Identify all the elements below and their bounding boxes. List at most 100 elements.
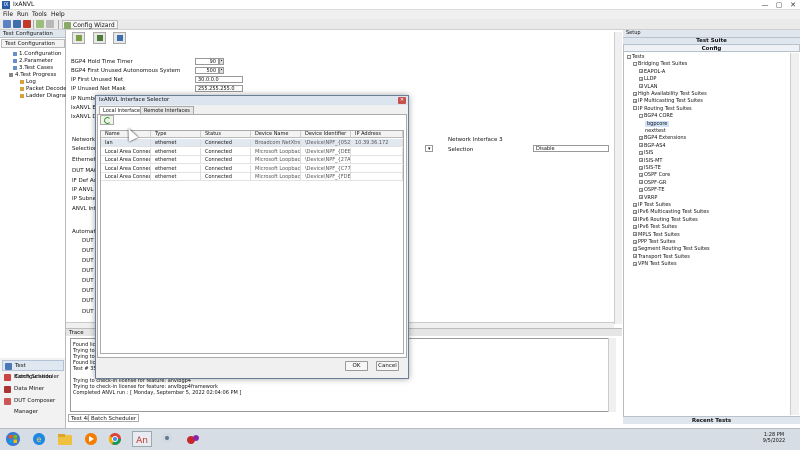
- expand-icon[interactable]: +: [633, 91, 637, 96]
- hold-timer-input[interactable]: 90: [195, 58, 219, 65]
- asn-input[interactable]: 500: [195, 67, 219, 74]
- suite-tree-item[interactable]: +PPP Test Suites: [633, 239, 675, 245]
- stop-icon[interactable]: [46, 20, 54, 28]
- new-icon[interactable]: [3, 20, 11, 28]
- import-button[interactable]: [72, 32, 85, 44]
- suite-tree-item[interactable]: +EAPOL-A: [639, 69, 665, 75]
- suite-tree-item[interactable]: - Bridging Test Suites: [633, 61, 687, 67]
- tree-configuration[interactable]: 1.Configuration: [13, 51, 62, 57]
- suite-tree-item[interactable]: +Transport Test Suites: [633, 254, 690, 260]
- suite-tree-item[interactable]: bgpcore: [645, 120, 670, 127]
- col-type[interactable]: Type: [151, 131, 201, 138]
- expand-icon[interactable]: +: [639, 135, 643, 140]
- system-clock[interactable]: 1:28 PM 9/5/2022: [756, 432, 792, 444]
- collapse-icon[interactable]: -: [633, 61, 637, 66]
- config-header[interactable]: Config: [623, 44, 800, 52]
- expand-icon[interactable]: +: [633, 98, 637, 103]
- asn-spinner[interactable]: ▴: [219, 67, 224, 74]
- cancel-button[interactable]: Cancel: [376, 361, 399, 371]
- start-button[interactable]: [4, 431, 22, 447]
- run-icon[interactable]: [36, 20, 44, 28]
- suite-tree-item[interactable]: +BGP-AS4: [639, 143, 666, 149]
- expand-icon[interactable]: +: [633, 246, 637, 251]
- suite-tree-item[interactable]: +BGP4 Extensions: [639, 135, 686, 141]
- expand-icon[interactable]: +: [639, 165, 643, 170]
- col-device-name[interactable]: Device Name: [251, 131, 301, 138]
- ip-unused-net-input[interactable]: 30.0.0.0: [195, 76, 243, 83]
- tab-remote-interfaces[interactable]: Remote Interfaces: [140, 106, 194, 114]
- nav-batch-scheduler[interactable]: Batch Scheduler: [2, 372, 64, 383]
- suite-tree-item[interactable]: +ISIS: [639, 150, 653, 156]
- collapse-icon[interactable]: -: [627, 54, 631, 59]
- chrome-icon[interactable]: [106, 431, 124, 447]
- nav-test-configuration[interactable]: Test Configuration: [2, 360, 64, 380]
- suite-tree-item[interactable]: +IPv6 Test Suites: [633, 224, 677, 230]
- tree-test-progress[interactable]: 4.Test Progress: [9, 72, 56, 78]
- expand-icon[interactable]: +: [639, 195, 643, 200]
- expand-icon[interactable]: +: [633, 202, 637, 207]
- tree-ladder-diagram[interactable]: Ladder Diagram: [20, 93, 70, 99]
- suite-tree-item[interactable]: +OSPF Core: [639, 172, 670, 178]
- expand-icon[interactable]: +: [639, 187, 643, 192]
- hold-timer-spinner[interactable]: ▴: [219, 58, 224, 65]
- expand-icon[interactable]: +: [633, 224, 637, 229]
- suite-tree-item[interactable]: +ISIS-MT: [639, 158, 662, 164]
- network-tool-icon[interactable]: [158, 431, 176, 447]
- expand-icon[interactable]: +: [633, 232, 637, 237]
- trace-scrollbar[interactable]: [608, 338, 616, 412]
- expand-icon[interactable]: +: [639, 76, 643, 81]
- close-button[interactable]: ✕: [786, 0, 800, 10]
- ixanvl-taskbar-icon[interactable]: An: [132, 431, 152, 447]
- suite-tree-item[interactable]: +OSPF-GR: [639, 180, 666, 186]
- suite-tree-item[interactable]: +High Availability Test Suites: [633, 91, 707, 97]
- suite-tree-item[interactable]: +IP Multicasting Test Suites: [633, 98, 703, 104]
- app-red-icon[interactable]: [184, 431, 202, 447]
- expand-icon[interactable]: +: [639, 150, 643, 155]
- explorer-icon[interactable]: [56, 431, 74, 447]
- tree-parameter[interactable]: 2.Parameter: [13, 58, 53, 64]
- tree-packet-decode[interactable]: Packet Decode: [20, 86, 67, 92]
- expand-icon[interactable]: +: [639, 84, 643, 89]
- suite-tree-item[interactable]: +VLAN: [639, 84, 657, 90]
- col-ip-address[interactable]: IP Address: [351, 131, 403, 138]
- menu-file[interactable]: File: [3, 11, 13, 18]
- selection-dropdown-arrow[interactable]: ▾: [425, 145, 433, 152]
- suite-tree-item[interactable]: - BGP4 CORE: [639, 113, 673, 119]
- collapse-icon[interactable]: -: [639, 113, 643, 118]
- suite-tree-item[interactable]: +ISIS-TE: [639, 165, 661, 171]
- media-player-icon[interactable]: [82, 431, 100, 447]
- expand-icon[interactable]: +: [639, 158, 643, 163]
- expand-icon[interactable]: +: [639, 69, 643, 74]
- delete-icon[interactable]: [23, 20, 31, 28]
- suite-tree-item[interactable]: +LLDP: [639, 76, 656, 82]
- save-icon[interactable]: [13, 20, 21, 28]
- menu-tools[interactable]: Tools: [32, 11, 47, 18]
- nav-data-miner[interactable]: Data Miner: [2, 384, 64, 395]
- ok-button[interactable]: OK: [345, 361, 368, 371]
- suite-tree-item[interactable]: +MPLS Test Suites: [633, 232, 680, 238]
- suite-tree-item[interactable]: nexttest: [645, 128, 666, 134]
- suite-tree-item[interactable]: +IP Test Suites: [633, 202, 671, 208]
- config-wizard-button[interactable]: Config Wizard: [62, 20, 118, 29]
- expand-icon[interactable]: +: [633, 239, 637, 244]
- minimize-button[interactable]: —: [758, 0, 772, 10]
- expand-icon[interactable]: +: [633, 209, 637, 214]
- suite-tree-item[interactable]: +VPN Test Suites: [633, 261, 677, 267]
- dialog-close-button[interactable]: ✕: [398, 97, 406, 104]
- col-status[interactable]: Status: [201, 131, 251, 138]
- expand-icon[interactable]: +: [639, 143, 643, 148]
- suite-tree-item[interactable]: +Segment Routing Test Suites: [633, 246, 710, 252]
- nav-dut-composer-manager[interactable]: DUT Composer Manager: [2, 396, 64, 415]
- expand-icon[interactable]: +: [633, 261, 637, 266]
- menu-run[interactable]: Run: [17, 11, 29, 18]
- expand-icon[interactable]: +: [639, 180, 643, 185]
- menu-help[interactable]: Help: [51, 11, 65, 18]
- ip-unused-mask-input[interactable]: 255.255.255.0: [195, 85, 243, 92]
- suite-tree-item[interactable]: - IP Routing Test Suites: [633, 106, 692, 112]
- selection-3-dropdown[interactable]: Disable: [533, 145, 609, 152]
- suite-tree-item[interactable]: - Tests: [627, 54, 644, 60]
- suite-scrollbar[interactable]: [790, 53, 799, 415]
- suite-tree-item[interactable]: +IPv6 Routing Test Suites: [633, 217, 698, 223]
- form-vertical-scrollbar[interactable]: [614, 32, 622, 324]
- suite-tree-item[interactable]: +IPv6 Multicasting Test Suites: [633, 209, 709, 215]
